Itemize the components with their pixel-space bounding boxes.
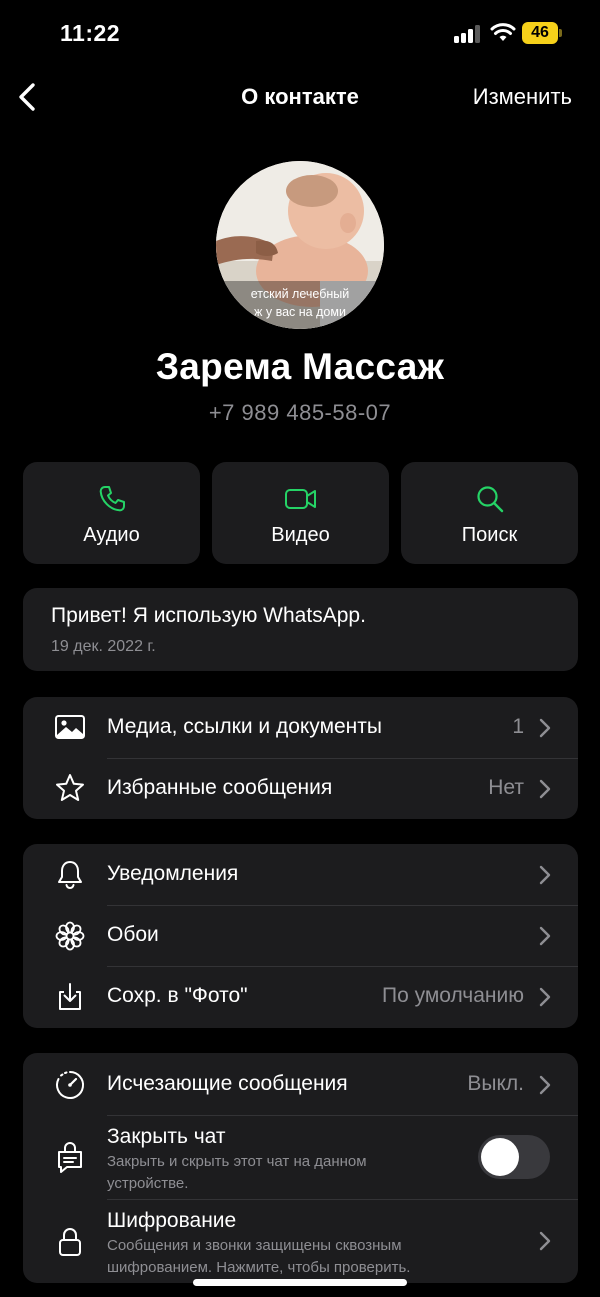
image-icon	[55, 715, 85, 739]
status-time: 11:22	[60, 20, 121, 46]
avatar-caption-line2: ж у вас на доми	[254, 305, 346, 319]
edit-button[interactable]: Изменить	[473, 84, 572, 110]
home-indicator[interactable]	[193, 1279, 407, 1286]
lock-chat-row: Закрыть чат Закрыть и скрыть этот чат на…	[23, 1115, 578, 1199]
media-links-docs-row[interactable]: Медиа, ссылки и документы 1	[23, 697, 578, 758]
chevron-right-icon	[539, 718, 551, 738]
video-icon	[284, 489, 316, 509]
media-group: Медиа, ссылки и документы 1 Избранные со…	[23, 697, 578, 819]
contact-name: Зарема Массаж	[155, 346, 445, 387]
starred-messages-row[interactable]: Избранные сообщения Нет	[23, 758, 578, 819]
chevron-right-icon	[539, 926, 551, 946]
search-button[interactable]: Поиск	[401, 462, 578, 564]
bell-icon	[58, 861, 82, 890]
lock-chat-description: Закрыть и скрыть этот чат на данном устр…	[107, 1153, 367, 1192]
save-to-photos-value: По умолчанию	[381, 984, 524, 1007]
video-call-label: Видео	[271, 524, 330, 546]
chat-lock-icon	[58, 1142, 82, 1173]
wallpaper-row[interactable]: Обои	[23, 905, 578, 966]
disappearing-messages-row[interactable]: Исчезающие сообщения Выкл.	[23, 1053, 578, 1115]
about-date: 19 дек. 2022 г.	[51, 638, 156, 655]
settings-group: Уведомления Обои Сохр. в "Фото" По умолч…	[23, 844, 578, 1028]
starred-messages-value: Нет	[488, 776, 524, 799]
audio-call-button[interactable]: Аудио	[23, 462, 200, 564]
battery-level: 46	[522, 22, 558, 44]
avatar[interactable]: етский лечебный ж у вас на доми	[216, 161, 384, 329]
chevron-right-icon	[539, 1075, 551, 1095]
disappearing-messages-value: Выкл.	[467, 1072, 524, 1095]
chevron-right-icon	[539, 865, 551, 885]
cellular-signal-icon	[454, 25, 482, 43]
encryption-description: Сообщения и звонки защищены сквозным шиф…	[107, 1237, 411, 1276]
download-icon	[59, 983, 81, 1010]
encryption-row[interactable]: Шифрование Сообщения и звонки защищены с…	[23, 1199, 578, 1283]
avatar-caption-line1: етский лечебный	[250, 287, 350, 301]
chevron-right-icon	[539, 987, 551, 1007]
media-count: 1	[512, 715, 524, 738]
lock-icon	[59, 1228, 81, 1256]
starred-messages-label: Избранные сообщения	[107, 776, 333, 799]
battery-icon: 46	[522, 22, 562, 44]
flower-icon	[55, 921, 85, 951]
chevron-right-icon	[539, 1231, 551, 1251]
lock-chat-toggle[interactable]	[478, 1135, 550, 1179]
notifications-label: Уведомления	[107, 862, 239, 885]
video-call-button[interactable]: Видео	[212, 462, 389, 564]
disappearing-messages-label: Исчезающие сообщения	[107, 1072, 348, 1095]
about-card[interactable]: Привет! Я использую WhatsApp. 19 дек. 20…	[23, 588, 578, 671]
privacy-group: Исчезающие сообщения Выкл. Закрыть чат З…	[23, 1053, 578, 1283]
lock-chat-label: Закрыть чат	[107, 1125, 226, 1148]
contact-phone: +7 989 485-58-07	[208, 400, 392, 425]
action-buttons: Аудио Видео Поиск	[23, 462, 578, 564]
timer-icon	[56, 1071, 85, 1099]
about-text: Привет! Я использую WhatsApp.	[51, 604, 366, 627]
search-label: Поиск	[461, 524, 518, 546]
media-links-docs-label: Медиа, ссылки и документы	[107, 715, 382, 738]
phone-icon	[99, 486, 125, 512]
save-to-photos-row[interactable]: Сохр. в "Фото" По умолчанию	[23, 966, 578, 1028]
toggle-knob	[481, 1138, 519, 1176]
status-bar: 11:22 46	[0, 0, 600, 66]
notifications-row[interactable]: Уведомления	[23, 844, 578, 905]
wifi-icon	[490, 23, 516, 41]
audio-call-label: Аудио	[83, 524, 140, 546]
avatar-photo	[216, 161, 384, 329]
wallpaper-label: Обои	[107, 923, 159, 946]
nav-bar: О контакте Изменить	[0, 72, 600, 122]
chevron-right-icon	[539, 779, 551, 799]
encryption-label: Шифрование	[107, 1209, 237, 1232]
search-icon	[476, 486, 503, 513]
save-to-photos-label: Сохр. в "Фото"	[107, 984, 248, 1007]
star-icon	[56, 774, 84, 801]
